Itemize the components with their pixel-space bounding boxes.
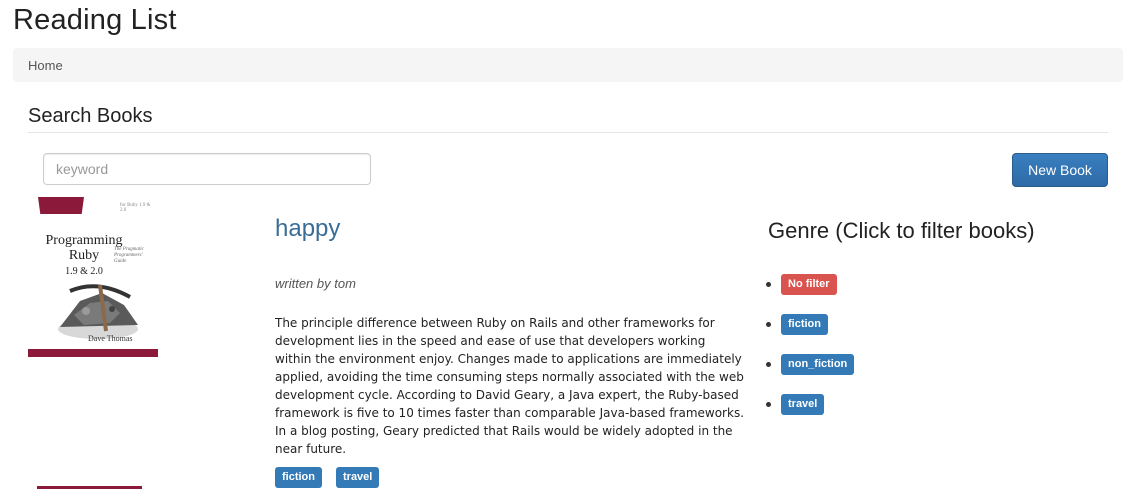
bullet-icon bbox=[766, 362, 771, 367]
genre-filter-fiction[interactable]: fiction bbox=[781, 314, 828, 335]
cover-publisher-band bbox=[38, 197, 84, 214]
cover-bottom-band bbox=[28, 349, 158, 357]
cover-author: Dave Thomas bbox=[88, 334, 133, 343]
bullet-icon bbox=[766, 402, 771, 407]
genre-item-non-fiction: non_fiction bbox=[763, 354, 963, 375]
genre-item-no-filter: No filter bbox=[763, 274, 963, 295]
cover-subtitle: The Pragmatic Programmers' Guide bbox=[114, 247, 144, 264]
genre-filter-travel[interactable]: travel bbox=[781, 394, 825, 415]
book-tag-travel[interactable]: travel bbox=[336, 467, 380, 488]
bullet-icon bbox=[766, 322, 771, 327]
section-divider bbox=[28, 132, 1108, 133]
genre-item-fiction: fiction bbox=[763, 314, 963, 335]
book-tag-fiction[interactable]: fiction bbox=[275, 467, 322, 488]
search-input[interactable] bbox=[43, 153, 371, 185]
book-author: written by tom bbox=[275, 276, 356, 291]
app-title: Reading List bbox=[13, 4, 177, 36]
genre-panel-title: Genre (Click to filter books) bbox=[768, 218, 1035, 243]
genre-filter-no-filter[interactable]: No filter bbox=[781, 274, 837, 295]
breadcrumb: Home bbox=[13, 48, 1123, 82]
genre-item-travel: travel bbox=[763, 394, 963, 415]
book-cover-image[interactable]: for Ruby 1.9 & 2.0 Programming Ruby 1.9 … bbox=[28, 197, 158, 357]
search-section-title: Search Books bbox=[28, 105, 153, 127]
new-book-button[interactable]: New Book bbox=[1012, 153, 1108, 187]
book-description: The principle difference between Ruby on… bbox=[275, 316, 745, 456]
cover-versions-text: for Ruby 1.9 & 2.0 bbox=[120, 203, 151, 213]
breadcrumb-home-link[interactable]: Home bbox=[28, 58, 63, 73]
pickaxe-illustration bbox=[58, 284, 138, 339]
bullet-icon bbox=[766, 282, 771, 287]
book-title-link[interactable]: happy bbox=[275, 215, 340, 243]
genre-filter-non-fiction[interactable]: non_fiction bbox=[781, 354, 855, 375]
